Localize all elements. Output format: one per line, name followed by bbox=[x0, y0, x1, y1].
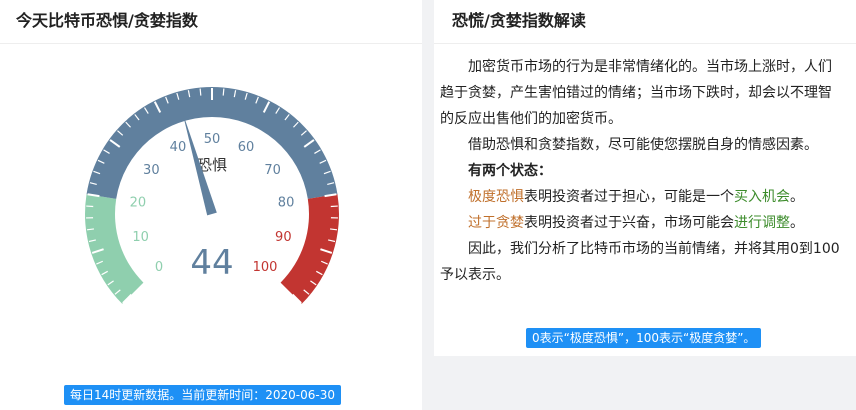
gauge-panel-title: 今天比特币恐惧/贪婪指数 bbox=[0, 0, 422, 44]
gauge-minor-tick bbox=[222, 88, 225, 96]
extreme-fear-term: 极度恐惧 bbox=[468, 189, 524, 205]
paragraph-index-purpose: 借助恐惧和贪婪指数，尽可能使您摆脱自身的情感因素。 bbox=[468, 137, 818, 153]
extreme-greed-end: 。 bbox=[790, 215, 804, 231]
extreme-fear-text: 表明投资者过于担心，可能是一个 bbox=[524, 189, 734, 205]
gauge-tick-label: 80 bbox=[278, 195, 295, 210]
gauge-band-greed-low bbox=[85, 194, 144, 304]
extreme-greed-term: 过于贪婪 bbox=[468, 215, 524, 231]
left-panel: 今天比特币恐惧/贪婪指数 0 10 20 30 40 50 60 70 80 90 100 恐惧 4… bbox=[0, 0, 422, 410]
fear-greed-gauge: 0102030405060708090100 恐惧 44 bbox=[85, 86, 339, 304]
states-heading: 有两个状态： bbox=[468, 163, 552, 179]
paragraph-market-emotion: 加密货币市场的行为是非常情绪化的。当市场上涨时，人们趋于贪婪，产生害怕错过的情绪… bbox=[440, 59, 832, 127]
gauge-minor-tick bbox=[199, 88, 202, 96]
gauge-tick-label: 0 bbox=[155, 260, 163, 275]
gauge-tick-label: 70 bbox=[264, 163, 281, 178]
buy-opportunity-text: 买入机会 bbox=[734, 189, 790, 205]
explanation-panel-title: 恐慌/贪婪指数解读 bbox=[434, 0, 856, 44]
gauge-tick-label: 60 bbox=[238, 140, 255, 155]
explanation-content: 加密货币市场的行为是非常情绪化的。当市场上涨时，人们趋于贪婪，产生害怕错过的情绪… bbox=[434, 44, 856, 288]
gauge-tick-label: 50 bbox=[204, 132, 221, 147]
gauge-value: 44 bbox=[190, 243, 233, 283]
gauge-tick-label: 90 bbox=[275, 230, 292, 245]
extreme-fear-end: 。 bbox=[790, 189, 804, 205]
gauge-band-high bbox=[280, 194, 339, 304]
paragraph-extreme-fear: 极度恐惧表明投资者过于担心，可能是一个买入机会。 bbox=[440, 184, 842, 210]
paragraph-extreme-greed: 过于贪婪表明投资者过于兴奋，市场可能会进行调整。 bbox=[440, 210, 842, 236]
gauge-tick-label: 40 bbox=[170, 140, 187, 155]
gauge-tick-label: 10 bbox=[132, 230, 149, 245]
update-time-badge: 每日14时更新数据。当前更新时间：2020-06-30 bbox=[64, 385, 342, 405]
gauge-tick-label: 100 bbox=[253, 260, 278, 275]
correction-text: 进行调整 bbox=[734, 215, 790, 231]
extreme-greed-text: 表明投资者过于兴奋，市场可能会 bbox=[524, 215, 734, 231]
gauge-tick-label: 30 bbox=[143, 163, 160, 178]
gauge-tick-label: 20 bbox=[130, 195, 147, 210]
scale-note-badge: 0表示“极度恐惧”，100表示“极度贪婪”。 bbox=[526, 328, 762, 348]
right-panel: 恐慌/贪婪指数解读 加密货币市场的行为是非常情绪化的。当市场上涨时，人们趋于贪婪… bbox=[434, 0, 856, 356]
paragraph-conclusion: 因此，我们分析了比特币市场的当前情绪，并将其用0到100予以表示。 bbox=[440, 241, 840, 283]
